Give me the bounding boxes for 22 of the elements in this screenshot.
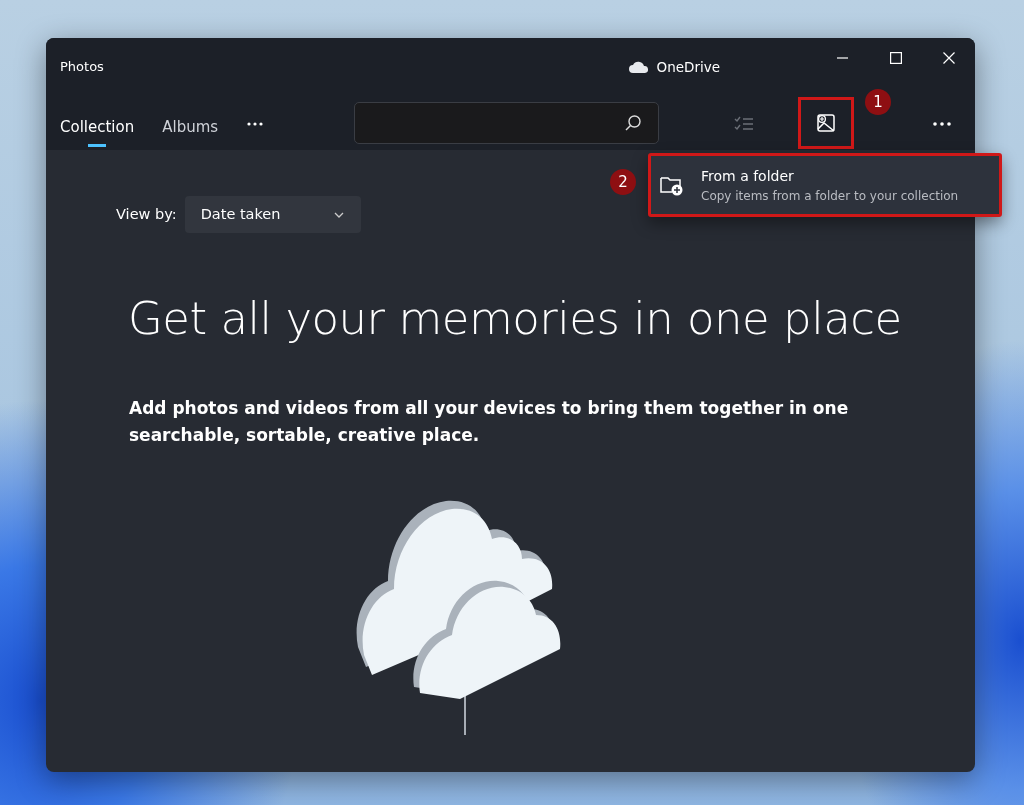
ellipsis-icon	[932, 120, 952, 127]
menu-item-title[interactable]: From a folder	[701, 165, 959, 187]
checklist-icon	[733, 114, 755, 133]
menu-item-description: Copy items from a folder to your collection	[701, 187, 959, 205]
image-add-icon	[815, 112, 837, 134]
nav-tab[interactable]: Albums	[162, 105, 219, 149]
search-icon	[624, 114, 642, 132]
account-name[interactable]: OneDrive	[656, 56, 720, 78]
hero-description: Add photos and videos from all your devices to bring them together in one searchable, sortable, creative place.	[129, 396, 850, 447]
maximize-icon	[889, 52, 902, 64]
close-icon	[942, 52, 955, 64]
hero-heading: Get all your memories in one place	[128, 291, 903, 347]
minimize-icon	[837, 57, 848, 59]
view-by-label: View by:	[116, 204, 177, 224]
view-by-dropdown[interactable]: Date taken	[184, 196, 361, 233]
ellipsis-icon	[246, 120, 265, 127]
search-field[interactable]	[354, 102, 659, 144]
chevron-down-icon	[332, 210, 345, 219]
import-button[interactable]	[798, 97, 854, 149]
step-number: 2	[610, 169, 636, 195]
cloud-icon	[628, 61, 649, 73]
window-title: Photos	[60, 58, 104, 77]
